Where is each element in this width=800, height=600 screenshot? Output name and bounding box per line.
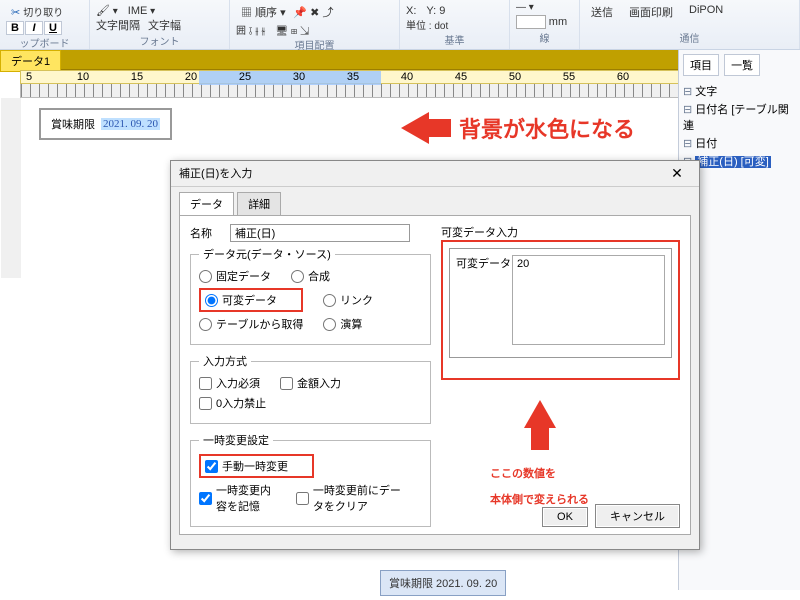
cancel-button[interactable]: キャンセル	[595, 504, 680, 528]
bold-italic-underline[interactable]: BIU	[6, 21, 83, 35]
check-nozero[interactable]: 0入力禁止	[199, 395, 266, 411]
radio-variable[interactable]: 可変データ	[205, 292, 277, 308]
dipon-button[interactable]: DiPON	[684, 2, 728, 22]
check-clear[interactable]: 一時変更前にデータをクリア	[296, 482, 402, 514]
document-tab[interactable]: データ1	[0, 50, 61, 72]
annotation-background-blue: 背景が水色になる	[401, 112, 635, 144]
order-button[interactable]: ▦ 順序 ▾	[236, 2, 291, 22]
label-object[interactable]: 賞味期限 2021. 09. 20	[39, 108, 172, 140]
tab-detail[interactable]: 詳細	[237, 192, 281, 216]
data-source-group: データ元(データ・ソース) 固定データ 合成 可変データ リンク テーブルから取…	[190, 246, 431, 345]
ok-button[interactable]: OK	[542, 507, 588, 527]
tab-data[interactable]: データ	[179, 192, 234, 216]
close-icon[interactable]: ✕	[663, 165, 691, 182]
comm-group-label: 通信	[586, 30, 793, 47]
label-text: 賞味期限	[51, 116, 95, 132]
side-tab-items[interactable]: 項目	[683, 54, 719, 76]
line-width-input[interactable]	[516, 15, 546, 29]
cut-button[interactable]: ✂ 切り取り	[6, 2, 68, 21]
radio-calc[interactable]: 演算	[323, 316, 362, 332]
variable-data-panel: 可変データ 20	[441, 240, 680, 380]
tree-item-selected: 補正(日) [可変]	[695, 156, 771, 168]
align-group-label: 項目配置	[236, 37, 393, 54]
radio-table[interactable]: テーブルから取得	[199, 316, 303, 332]
temp-change-group: 一時変更設定 手動一時変更 一時変更内容を記憶 一時変更前にデータをクリア	[190, 432, 431, 527]
tree-item: 文字	[683, 82, 796, 100]
radio-fixed[interactable]: 固定データ	[199, 268, 271, 284]
dialog-correction-input: 補正(日)を入力 ✕ データ 詳細 名称 データ元(データ・ソース) 固定データ…	[170, 160, 700, 550]
side-tree[interactable]: 文字 日付名 [テーブル関連 日付 補正(日) [可変]	[683, 82, 796, 170]
radio-synth[interactable]: 合成	[291, 268, 330, 284]
tree-item: 日付名 [テーブル関連	[683, 100, 796, 134]
check-amount[interactable]: 金額入力	[280, 375, 341, 391]
variable-data-textarea[interactable]: 20	[512, 255, 665, 345]
side-tab-list[interactable]: 一覧	[724, 54, 760, 76]
send-button[interactable]: 送信	[586, 2, 618, 22]
font-group-label: フォント	[96, 33, 223, 50]
radio-link[interactable]: リンク	[323, 292, 373, 308]
variable-input-legend: 可変データ入力	[441, 224, 518, 240]
check-required[interactable]: 入力必須	[199, 375, 260, 391]
name-label: 名称	[190, 225, 230, 241]
base-group-label: 基準	[406, 32, 503, 49]
name-field[interactable]	[230, 224, 410, 242]
dialog-title: 補正(日)を入力	[179, 165, 252, 182]
input-method-group: 入力方式 入力必須 金額入力 0入力禁止	[190, 353, 431, 424]
line-group-label: 線	[516, 30, 573, 47]
annotation-change-value: ここの数値を本体側で変えられる	[490, 400, 589, 510]
tree-item: 日付	[683, 134, 796, 152]
variable-label: 可変データ	[456, 255, 512, 351]
label-date-selected[interactable]: 2021. 09. 20	[101, 118, 160, 130]
mirror-preview: 賞味期限 2021. 09. 20	[380, 570, 506, 596]
check-manual[interactable]: 手動一時変更	[205, 458, 288, 474]
check-remember[interactable]: 一時変更内容を記憶	[199, 482, 276, 514]
print-button[interactable]: 画面印刷	[624, 2, 678, 22]
ribbon: ✂ 切り取り BIU ップボード 🖌 ▾ IME ▾ 文字間隔文字幅 フォント …	[0, 0, 800, 50]
